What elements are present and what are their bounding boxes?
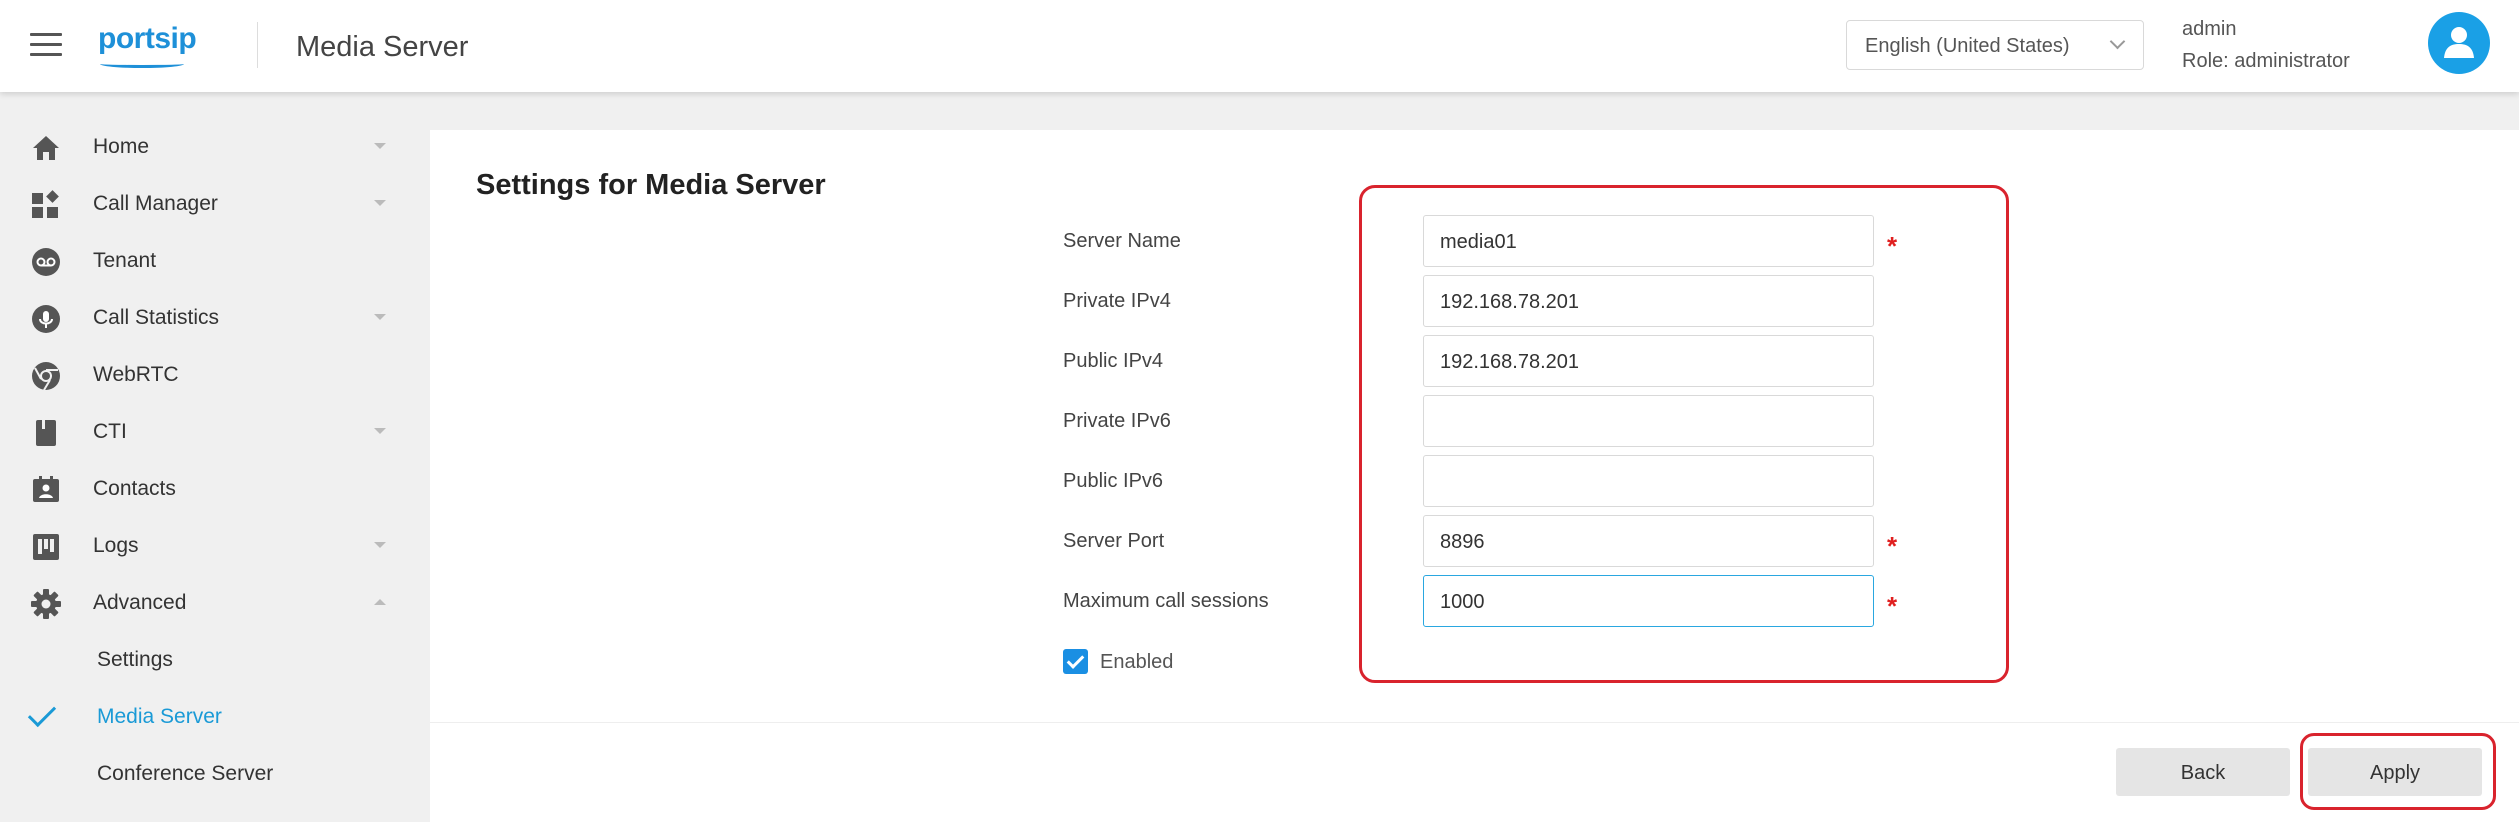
user-name: admin bbox=[2182, 18, 2237, 40]
fields-highlight-box bbox=[1359, 185, 2009, 683]
sidebar-item-advanced[interactable]: Advanced bbox=[0, 576, 428, 626]
caret-down-icon bbox=[374, 428, 386, 434]
sidebar-item-label: Call Manager bbox=[93, 192, 218, 215]
avatar[interactable] bbox=[2428, 12, 2490, 74]
user-icon bbox=[2444, 27, 2474, 58]
sidebar-subitem-label: Settings bbox=[97, 648, 173, 671]
menu-icon[interactable] bbox=[30, 33, 62, 59]
sidebar-item-contacts[interactable]: Contacts bbox=[0, 462, 428, 512]
call-manager-icon bbox=[32, 190, 59, 218]
sidebar-item-webrtc[interactable]: WebRTC bbox=[0, 348, 428, 398]
home-icon bbox=[33, 136, 59, 160]
footer-divider bbox=[430, 722, 2519, 723]
voicemail-icon bbox=[32, 248, 60, 276]
private-ipv6-label: Private IPv6 bbox=[1063, 410, 1171, 432]
sidebar-item-cti[interactable]: CTI bbox=[0, 405, 428, 455]
sidebar-subitem-media-server[interactable]: Media Server bbox=[0, 690, 428, 740]
caret-down-icon bbox=[374, 200, 386, 206]
server-name-label: Server Name bbox=[1063, 230, 1181, 252]
language-select[interactable]: English (United States) bbox=[1846, 20, 2144, 70]
public-ipv6-label: Public IPv6 bbox=[1063, 470, 1164, 492]
sidebar-item-call-statistics[interactable]: Call Statistics bbox=[0, 291, 428, 341]
page-title: Settings for Media Server bbox=[476, 169, 826, 201]
apply-highlight-box bbox=[2300, 733, 2496, 810]
server-port-label: Server Port bbox=[1063, 530, 1165, 552]
header-divider bbox=[257, 22, 258, 68]
sidebar-item-label: WebRTC bbox=[93, 363, 179, 386]
sidebar-item-home[interactable]: Home bbox=[0, 120, 428, 170]
sidebar-item-label: CTI bbox=[93, 420, 127, 443]
sidebar-item-tenant[interactable]: Tenant bbox=[0, 234, 428, 284]
sidebar-item-label: Logs bbox=[93, 534, 139, 557]
back-button[interactable]: Back bbox=[2116, 748, 2290, 796]
enabled-label: Enabled bbox=[1100, 651, 1174, 673]
enabled-checkbox[interactable] bbox=[1063, 649, 1088, 674]
sidebar-item-logs[interactable]: Logs bbox=[0, 519, 428, 569]
caret-up-icon bbox=[374, 599, 386, 605]
sidebar-subitem-label: Media Server bbox=[97, 705, 222, 728]
caret-down-icon bbox=[374, 143, 386, 149]
sidebar-item-call-manager[interactable]: Call Manager bbox=[0, 177, 428, 227]
sidebar-item-label: Contacts bbox=[93, 477, 176, 500]
contacts-icon bbox=[33, 476, 59, 502]
logs-icon bbox=[33, 534, 59, 560]
sidebar-item-label: Advanced bbox=[93, 591, 187, 614]
app-title: Media Server bbox=[296, 31, 469, 63]
portsip-logo[interactable]: portsip bbox=[98, 22, 197, 68]
sidebar-item-label: Call Statistics bbox=[93, 306, 220, 329]
gear-icon bbox=[31, 589, 61, 619]
document-icon bbox=[36, 420, 56, 446]
sidebar-subitem-settings[interactable]: Settings bbox=[0, 633, 428, 683]
caret-down-icon bbox=[374, 542, 386, 548]
sidebar: Home Call Manager Tenant Call Statistics… bbox=[0, 92, 428, 822]
checkmark-icon bbox=[27, 698, 57, 728]
sidebar-subitem-conference-server[interactable]: Conference Server bbox=[0, 747, 428, 797]
top-header: portsip Media Server English (United Sta… bbox=[0, 0, 2519, 92]
caret-down-icon bbox=[374, 314, 386, 320]
sidebar-subitem-label: Conference Server bbox=[97, 762, 274, 785]
chevron-down-icon bbox=[2109, 33, 2126, 50]
sidebar-item-label: Home bbox=[93, 135, 150, 158]
main-panel: Settings for Media Server Server Name me… bbox=[430, 130, 2519, 822]
user-role: Role: administrator bbox=[2182, 50, 2350, 72]
private-ipv4-label: Private IPv4 bbox=[1063, 290, 1171, 312]
public-ipv4-label: Public IPv4 bbox=[1063, 350, 1164, 372]
microphone-icon bbox=[32, 305, 60, 333]
language-value: English (United States) bbox=[1865, 35, 2070, 57]
sidebar-item-label: Tenant bbox=[93, 249, 157, 272]
chrome-icon bbox=[32, 362, 60, 391]
max-call-sessions-label: Maximum call sessions bbox=[1063, 590, 1269, 612]
